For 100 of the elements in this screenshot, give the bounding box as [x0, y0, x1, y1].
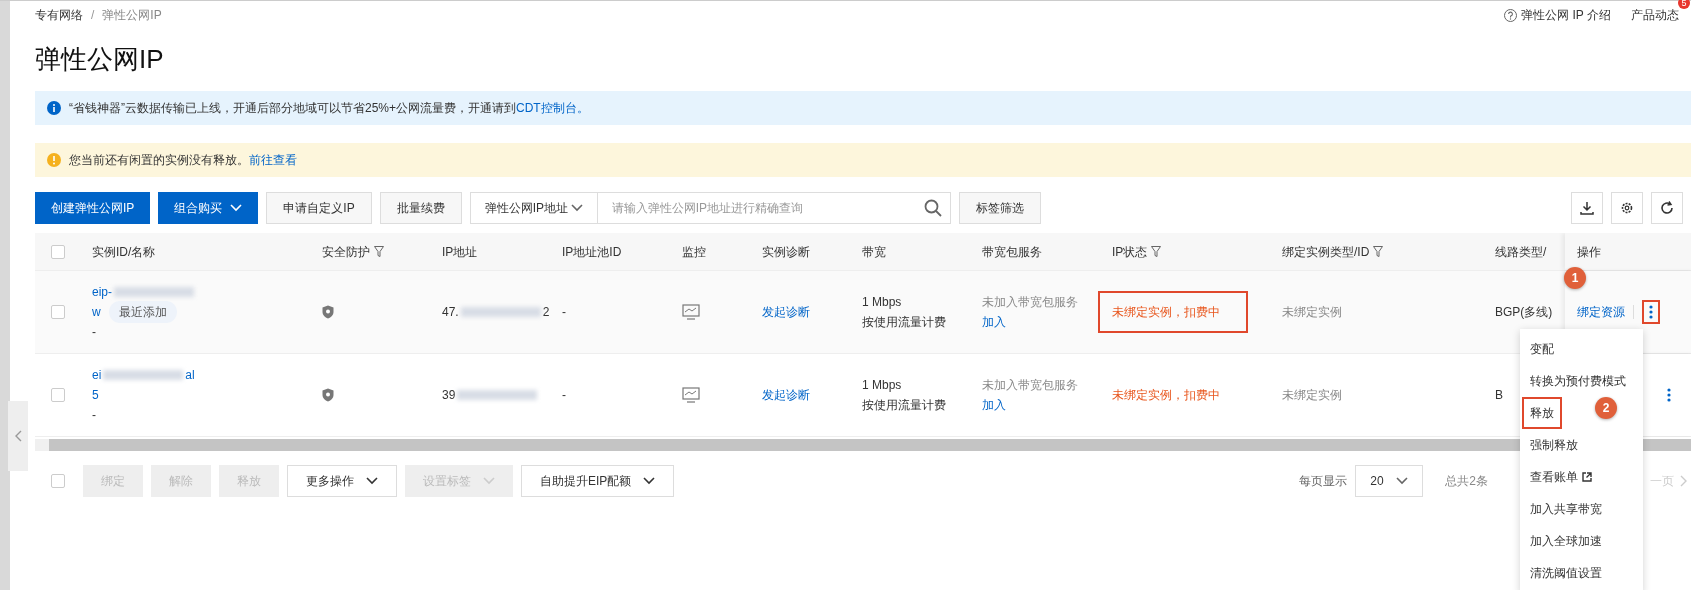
menu-item[interactable]: 加入共享带宽 — [1520, 493, 1643, 525]
cell-text: 未加入带宽包服务 — [982, 377, 1079, 394]
notification-badge: 5 — [1678, 0, 1690, 9]
footer-button[interactable]: 更多操作 — [287, 465, 397, 497]
search-icon — [923, 199, 942, 217]
checkbox[interactable] — [51, 474, 65, 488]
toolbar-button[interactable]: 组合购买 — [158, 192, 259, 224]
header-link[interactable]: 弹性公网 IP 介绍 — [1504, 6, 1611, 24]
cell-text: - — [562, 304, 567, 321]
recent-tag: 最近添加 — [108, 301, 177, 323]
search-type-select[interactable]: 弹性公网IP地址 — [469, 192, 598, 224]
toolbar-button[interactable]: 申请自定义IP — [266, 192, 372, 224]
download-icon — [1579, 200, 1595, 216]
chevron-down-icon — [483, 477, 495, 485]
more-icon — [1649, 305, 1653, 319]
cell-text: 未绑定实例 — [1282, 304, 1343, 321]
more-actions-button[interactable] — [1642, 300, 1660, 324]
column-header: IP地址池ID — [561, 243, 623, 261]
column-header: 监控 — [681, 243, 707, 261]
menu-item[interactable]: 转换为预付费模式 — [1520, 365, 1643, 397]
toolbar-icon-button[interactable] — [1571, 192, 1603, 224]
notice-text: “省钱神器”云数据传输已上线，开通后部分地域可以节省25%+公网流量费，开通请到CDT控制台。 — [69, 100, 589, 117]
cell-text: - — [562, 387, 567, 404]
chevron-left-icon — [14, 430, 22, 442]
column-header: 实例ID/名称 — [91, 243, 157, 261]
page-size-select[interactable]: 20 — [1355, 465, 1424, 497]
cell-text: - — [92, 407, 97, 424]
cell-text: eip- — [92, 284, 112, 301]
info-icon — [47, 101, 61, 115]
column-header: IP状态 — [1100, 233, 1270, 270]
collapse-handle[interactable] — [8, 401, 28, 471]
cell-text: B — [1495, 387, 1504, 404]
header-link[interactable]: 产品动态 — [1631, 6, 1679, 24]
toolbar-icon-button[interactable] — [1651, 192, 1683, 224]
more-icon — [1667, 388, 1671, 402]
join-link[interactable]: 加入 — [982, 312, 1006, 332]
help-icon — [1504, 8, 1518, 22]
status-text: 未绑定实例，扣费中 — [1112, 387, 1220, 404]
diagnose-link[interactable]: 发起诊断 — [762, 303, 850, 321]
external-link-icon — [1582, 472, 1592, 482]
shield-icon — [322, 388, 334, 402]
monitor-icon — [682, 304, 700, 320]
chevron-down-icon — [643, 477, 656, 485]
cell-text: BGP(多线) — [1495, 304, 1554, 321]
checkbox[interactable] — [50, 388, 65, 402]
chevron-right-icon — [1680, 475, 1687, 487]
monitor-icon — [682, 387, 700, 403]
cell-text: al — [185, 367, 195, 384]
cell-text: 1 Mbps — [862, 377, 903, 394]
menu-item[interactable]: 加入全球加速 — [1520, 525, 1643, 557]
toolbar-icon-button[interactable] — [1611, 192, 1643, 224]
column-header: 带宽包服务 — [981, 243, 1043, 261]
chevron-down-icon — [570, 204, 583, 212]
refresh-icon — [1659, 200, 1675, 216]
menu-item[interactable]: 变配 — [1520, 333, 1643, 365]
settings-icon — [1619, 200, 1635, 216]
breadcrumb-link[interactable]: 专有网络 — [35, 6, 83, 24]
checkbox[interactable] — [50, 305, 65, 319]
column-header: 带宽 — [861, 243, 887, 261]
notice-link[interactable]: CDT控制台。 — [516, 101, 589, 115]
cell-text: 未绑定实例 — [1282, 387, 1343, 404]
cell-text: 按使用流量计费 — [862, 397, 947, 414]
cell-text: ei — [92, 367, 102, 384]
tag-filter-button[interactable]: 标签筛选 — [958, 192, 1041, 224]
footer-button[interactable]: 自助提升EIP配额 — [521, 465, 675, 497]
horizontal-scrollbar[interactable] — [35, 439, 1691, 451]
column-header: 操作 — [1565, 233, 1691, 270]
filter-icon — [1373, 245, 1384, 258]
cell-text: w — [92, 304, 101, 321]
menu-item[interactable]: 清洗阈值设置 — [1520, 557, 1643, 589]
filter-icon — [374, 245, 384, 258]
bind-resource-link[interactable]: 绑定资源 — [1577, 303, 1625, 321]
join-link[interactable]: 加入 — [982, 395, 1006, 415]
column-header: 绑定实例类型/ID — [1270, 233, 1483, 270]
toolbar-button[interactable]: 创建弹性公网IP — [35, 192, 151, 224]
filter-icon — [1151, 245, 1162, 258]
cell-text: 未加入带宽包服务 — [982, 294, 1079, 311]
menu-item[interactable]: 查看账单 — [1520, 461, 1643, 493]
cell-text: 按使用流量计费 — [862, 314, 947, 331]
chevron-down-icon — [366, 477, 378, 485]
warning-icon — [47, 153, 61, 167]
column-header: IP地址 — [441, 243, 479, 261]
checkbox[interactable] — [50, 244, 65, 259]
cell-text: 47. — [442, 304, 459, 321]
breadcrumb-separator: / — [91, 7, 95, 24]
chevron-down-icon — [230, 204, 243, 212]
shield-icon — [322, 305, 334, 319]
menu-item[interactable]: 强制释放 — [1520, 429, 1643, 461]
page-size-label: 每页显示 — [1299, 473, 1348, 490]
cell-text: 39 — [442, 387, 456, 404]
chevron-down-icon — [1396, 477, 1409, 485]
notice-link[interactable]: 前往查看 — [249, 153, 297, 167]
cell-text: 1 Mbps — [862, 294, 903, 311]
cell-text: 5 — [92, 387, 99, 404]
column-header: 安全防护 — [310, 233, 430, 270]
total-count: 总共2条 — [1445, 473, 1488, 490]
toolbar-button[interactable]: 批量续费 — [379, 192, 462, 224]
diagnose-link[interactable]: 发起诊断 — [762, 386, 850, 404]
breadcrumb-current: 弹性公网IP — [102, 7, 162, 24]
notice-text: 您当前还有闲置的实例没有释放。前往查看 — [69, 152, 297, 169]
